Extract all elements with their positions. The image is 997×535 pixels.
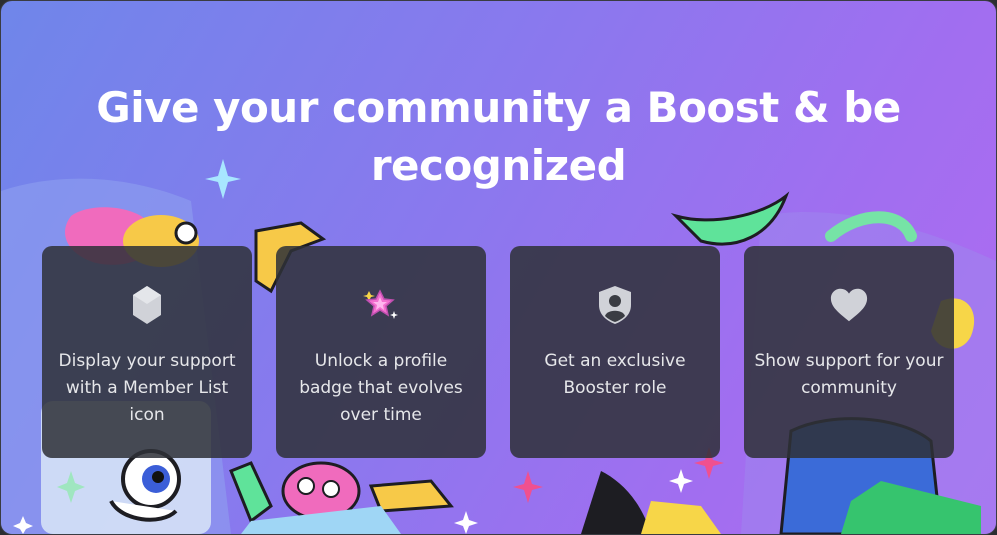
perk-card-member-list-icon: Display your support with a Member List … — [42, 246, 252, 458]
boost-perks-banner: Give your community a Boost & be recogni… — [0, 0, 997, 535]
perk-text: Get an exclusive Booster role — [544, 351, 686, 398]
heart-icon — [829, 284, 869, 326]
perk-card-show-support: Show support for your community — [744, 246, 954, 458]
page-title: Give your community a Boost & be recogni… — [96, 83, 901, 190]
hexagon-gem-icon — [127, 284, 167, 326]
sparkle-star-badge-icon — [361, 284, 401, 326]
perk-text: Display your support with a Member List … — [58, 351, 236, 425]
shield-person-icon — [595, 284, 635, 326]
perk-text: Show support for your community — [754, 351, 944, 398]
perk-card-profile-badge: Unlock a profile badge that evolves over… — [276, 246, 486, 458]
perk-text: Unlock a profile badge that evolves over… — [299, 351, 463, 425]
perk-card-booster-role: Get an exclusive Booster role — [510, 246, 720, 458]
